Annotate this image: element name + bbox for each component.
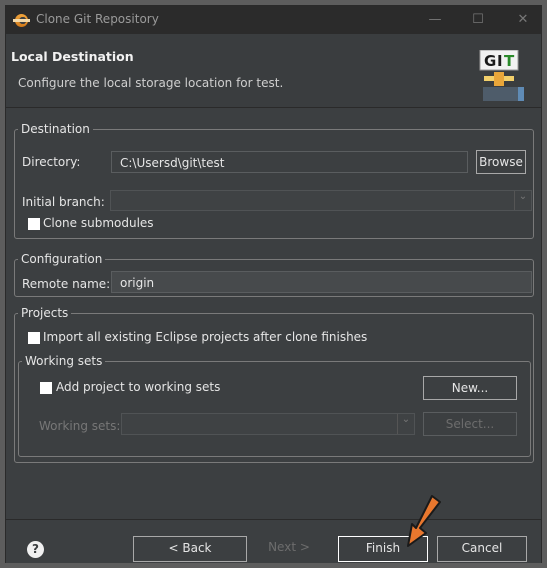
next-button[interactable]: Next > bbox=[250, 536, 328, 562]
import-projects-checkbox[interactable] bbox=[28, 332, 40, 344]
page-description: Configure the local storage location for… bbox=[18, 76, 284, 90]
remote-name-input[interactable]: origin bbox=[111, 271, 532, 293]
cancel-button[interactable]: Cancel bbox=[437, 536, 527, 562]
clone-submodules-label[interactable]: Clone submodules bbox=[43, 216, 154, 230]
back-button[interactable]: < Back bbox=[133, 536, 247, 562]
svg-text:T: T bbox=[504, 52, 515, 70]
wizard-header: Local Destination Configure the local st… bbox=[6, 34, 541, 108]
chevron-down-icon: ⌄ bbox=[397, 414, 414, 434]
initial-branch-select[interactable]: ⌄ bbox=[110, 190, 532, 211]
git-logo-icon: G I T bbox=[479, 50, 524, 101]
directory-input[interactable]: C:\Usersd\git\test bbox=[111, 151, 468, 173]
svg-text:G: G bbox=[484, 52, 496, 70]
eclipse-icon-stripe bbox=[13, 19, 30, 22]
help-icon[interactable]: ? bbox=[27, 541, 44, 558]
destination-legend: Destination bbox=[18, 122, 93, 136]
arrow-annotation-icon bbox=[407, 495, 441, 547]
remote-name-label: Remote name: bbox=[22, 277, 111, 291]
working-sets-legend: Working sets bbox=[22, 354, 106, 368]
working-sets-select[interactable]: ⌄ bbox=[121, 413, 415, 435]
browse-button[interactable]: Browse bbox=[476, 150, 526, 174]
import-projects-label[interactable]: Import all existing Eclipse projects aft… bbox=[43, 330, 367, 344]
initial-branch-label: Initial branch: bbox=[22, 195, 105, 209]
add-to-working-sets-label[interactable]: Add project to working sets bbox=[56, 380, 220, 394]
close-icon[interactable]: ✕ bbox=[514, 12, 532, 28]
new-working-set-button[interactable]: New... bbox=[423, 376, 517, 400]
clone-submodules-checkbox[interactable] bbox=[28, 218, 40, 230]
chevron-down-icon: ⌄ bbox=[514, 191, 531, 210]
directory-label: Directory: bbox=[22, 155, 81, 169]
page-title: Local Destination bbox=[11, 49, 134, 64]
window-title: Clone Git Repository bbox=[36, 12, 159, 26]
configuration-legend: Configuration bbox=[18, 252, 106, 266]
title-bar[interactable]: Clone Git Repository — ☐ ✕ bbox=[6, 6, 541, 34]
minimize-icon[interactable]: — bbox=[426, 12, 444, 28]
svg-text:I: I bbox=[497, 52, 503, 70]
clone-git-repository-dialog: Clone Git Repository — ☐ ✕ Local Destina… bbox=[5, 5, 542, 563]
add-to-working-sets-checkbox[interactable] bbox=[40, 382, 52, 394]
select-working-sets-button[interactable]: Select... bbox=[423, 412, 517, 436]
working-sets-label: Working sets: bbox=[39, 419, 121, 433]
maximize-icon[interactable]: ☐ bbox=[469, 12, 487, 28]
projects-legend: Projects bbox=[18, 306, 72, 320]
